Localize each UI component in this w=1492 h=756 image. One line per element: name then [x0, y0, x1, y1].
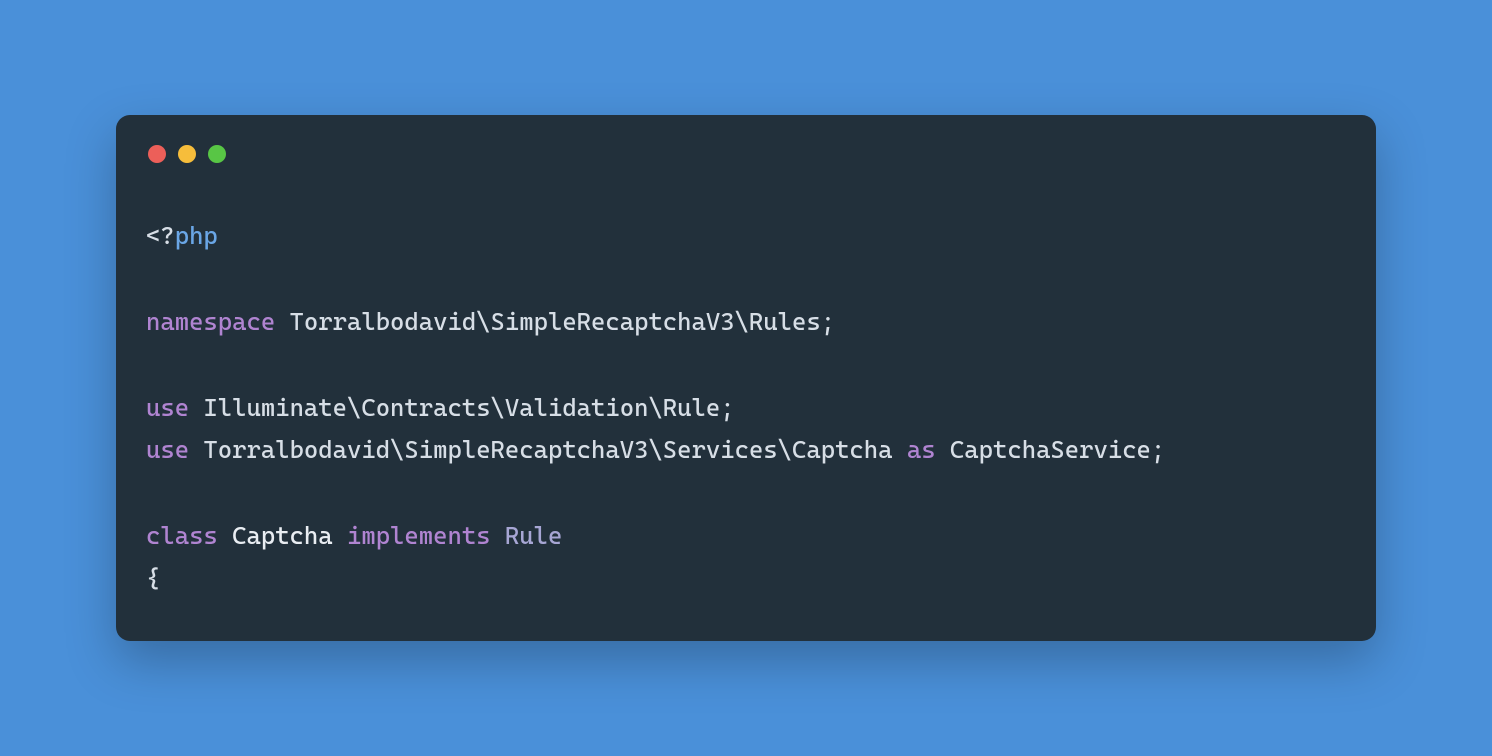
maximize-icon[interactable] — [208, 145, 226, 163]
code-token: class — [146, 521, 218, 550]
code-token: { — [146, 564, 160, 593]
code-token: Torralbodavid\SimpleRecaptchaV3\Services… — [189, 435, 907, 464]
code-token: Rule — [505, 521, 562, 550]
code-window: <?php namespace Torralbodavid\SimpleReca… — [116, 115, 1376, 641]
code-token: Captcha — [218, 521, 347, 550]
code-token: <? — [146, 221, 175, 250]
close-icon[interactable] — [148, 145, 166, 163]
code-token: CaptchaService; — [936, 435, 1166, 464]
code-token — [491, 521, 505, 550]
code-token: as — [907, 435, 936, 464]
code-token: Torralbodavid\SimpleRecaptchaV3\Rules; — [275, 307, 835, 336]
code-token: use — [146, 393, 189, 422]
code-token: php — [175, 221, 218, 250]
minimize-icon[interactable] — [178, 145, 196, 163]
code-token: Illuminate\Contracts\Validation\Rule; — [189, 393, 735, 422]
code-token: implements — [347, 521, 491, 550]
code-token: namespace — [146, 307, 275, 336]
window-controls — [148, 145, 1346, 163]
code-block: <?php namespace Torralbodavid\SimpleReca… — [146, 215, 1346, 601]
code-token: use — [146, 435, 189, 464]
